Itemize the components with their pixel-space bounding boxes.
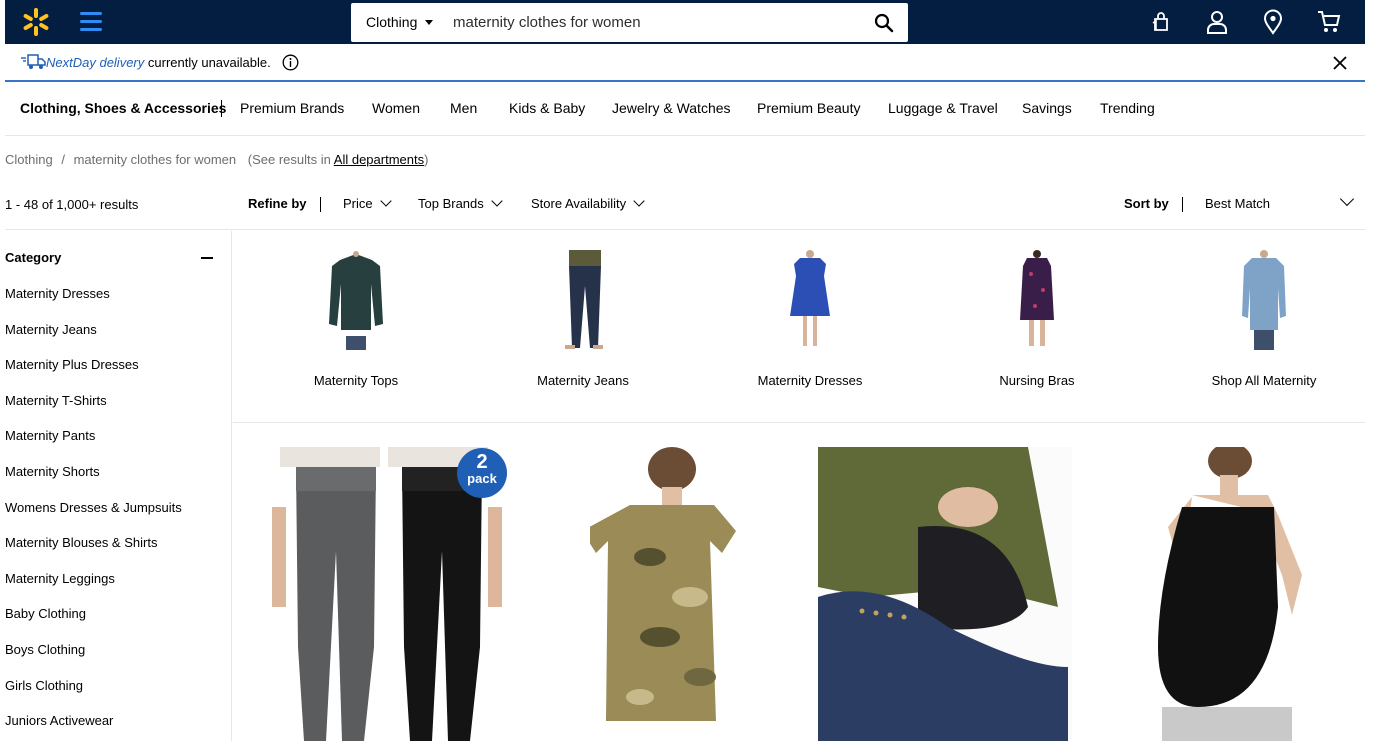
category-item[interactable]: Maternity Plus Dresses [5,357,182,393]
category-heading: Category [5,250,62,265]
maternity-dress-image [790,250,830,346]
nav-item-premium-beauty[interactable]: Premium Beauty [757,100,860,116]
category-item[interactable]: Baby Clothing [5,606,182,642]
category-item[interactable]: Maternity Shorts [5,464,182,500]
subcategory-maternity-jeans[interactable]: Maternity Jeans [473,231,693,421]
nav-item-men[interactable]: Men [450,100,477,116]
department-label: Clothing [366,14,418,30]
sort-label: Sort by [1124,196,1169,211]
nav-item-jewelry-watches[interactable]: Jewelry & Watches [612,100,731,116]
collapse-minus-icon[interactable] [201,257,213,259]
breadcrumb-current: maternity clothes for women [73,152,237,167]
chevron-down-icon [633,195,645,207]
subcategory-label: Nursing Bras [999,373,1075,388]
category-item[interactable]: Womens Dresses & Jumpsuits [5,500,182,536]
shop-all-maternity-image [1242,250,1286,350]
nav-item-women[interactable]: Women [372,100,420,116]
sort-dropdown[interactable]: Best Match [1205,196,1270,211]
product-image-camo-tshirt [590,447,736,721]
search-input[interactable] [453,8,853,37]
chevron-down-icon [491,195,503,207]
subcategory-maternity-tops[interactable]: Maternity Tops [246,231,466,421]
product-card-camo-tshirt[interactable] [590,447,750,741]
reorder-icon[interactable] [1148,9,1174,35]
chevron-down-icon [379,195,392,207]
category-item[interactable]: Juniors Activewear [5,713,182,741]
notice-message: NextDay delivery currently unavailable. [46,55,271,70]
account-icon[interactable] [1204,9,1230,35]
category-item[interactable]: Maternity T-Shirts [5,393,182,429]
walmart-spark-logo-icon[interactable] [21,7,51,37]
maternity-top-image [329,251,383,350]
category-sidebar: Category Maternity Dresses Maternity Jea… [5,231,232,741]
category-list: Maternity Dresses Maternity Jeans Matern… [5,286,182,741]
category-item[interactable]: Maternity Blouses & Shirts [5,535,182,571]
category-item[interactable]: Maternity Pants [5,428,182,464]
subcategory-label: Maternity Tops [313,373,399,388]
nextday-label: NextDay delivery [46,55,145,70]
sort-chevron-down-icon[interactable] [1339,191,1355,207]
breadcrumb-separator: / [61,152,65,167]
see-results-suffix: ) [424,152,429,167]
category-item[interactable]: Girls Clothing [5,678,182,714]
top-brands-filter-label: Top Brands [418,196,484,211]
search-icon[interactable] [873,12,895,34]
subcategory-label: Maternity Dresses [757,373,863,388]
subcategory-maternity-dresses[interactable]: Maternity Dresses [700,231,920,421]
breadcrumb: Clothing / maternity clothes for women (… [5,152,428,167]
store-availability-filter-label: Store Availability [531,196,627,211]
top-header: Clothing [5,0,1365,44]
product-image-maternity-jeans [818,447,1072,741]
price-filter-label: Price [343,196,373,211]
subcategory-nursing-bras[interactable]: Nursing Bras [927,231,1147,421]
info-icon[interactable] [282,54,299,71]
badge-text: pack [467,471,497,486]
department-dropdown[interactable]: Clothing [351,3,443,42]
subcategory-label: Shop All Maternity [1211,373,1317,388]
nav-item-clothing-shoes-accessories[interactable]: Clothing, Shoes & Accessories [20,100,226,116]
category-nav: Clothing, Shoes & Accessories Premium Br… [5,82,1365,136]
nursing-bra-image [1020,250,1054,346]
subcategory-shop-all-maternity[interactable]: Shop All Maternity [1154,231,1374,421]
delivery-notice: NextDay delivery currently unavailable. [5,44,1365,82]
product-card-camisole[interactable] [1122,447,1306,741]
subcategory-label: Maternity Jeans [537,373,629,388]
nav-item-kids-baby[interactable]: Kids & Baby [509,100,585,116]
store-location-icon[interactable] [1260,9,1286,35]
product-card-maternity-jeans[interactable] [818,447,1072,741]
sort-divider [1182,197,1183,212]
nav-divider [221,100,222,117]
subcategory-strip: Maternity Tops Maternity Jeans Maternity… [233,231,1365,423]
nav-item-premium-brands[interactable]: Premium Brands [240,100,344,116]
menu-icon[interactable] [80,10,102,34]
nav-item-trending[interactable]: Trending [1100,100,1155,116]
nav-item-savings[interactable]: Savings [1022,100,1072,116]
maternity-jeans-image [565,250,603,349]
refine-label: Refine by [248,196,307,211]
product-card-leggings[interactable]: 2 pack [268,447,510,741]
refine-bar: 1 - 48 of 1,000+ results Refine by Price… [5,186,1365,230]
all-departments-link[interactable]: All departments [334,152,424,167]
category-item[interactable]: Boys Clothing [5,642,182,678]
refine-divider [320,197,321,212]
search-bar: Clothing [351,3,908,42]
notice-text: currently unavailable. [147,55,271,70]
product-image-camisole [1158,447,1302,741]
close-icon[interactable] [1331,54,1349,72]
category-item[interactable]: Maternity Leggings [5,571,182,607]
caret-down-icon [425,20,433,25]
category-item[interactable]: Maternity Jeans [5,322,182,358]
category-item[interactable]: Maternity Dresses [5,286,182,322]
nav-item-luggage-travel[interactable]: Luggage & Travel [888,100,998,116]
top-brands-filter[interactable]: Top Brands [418,195,503,211]
price-filter[interactable]: Price [343,195,392,211]
two-pack-badge: 2 pack [457,452,507,494]
cart-icon[interactable] [1316,9,1342,35]
breadcrumb-root[interactable]: Clothing [5,152,53,167]
see-results-prefix: (See results in [247,152,331,167]
nextday-truck-icon [21,54,46,69]
badge-number: 2 [476,451,488,473]
results-count: 1 - 48 of 1,000+ results [5,197,139,212]
store-availability-filter[interactable]: Store Availability [531,195,645,211]
